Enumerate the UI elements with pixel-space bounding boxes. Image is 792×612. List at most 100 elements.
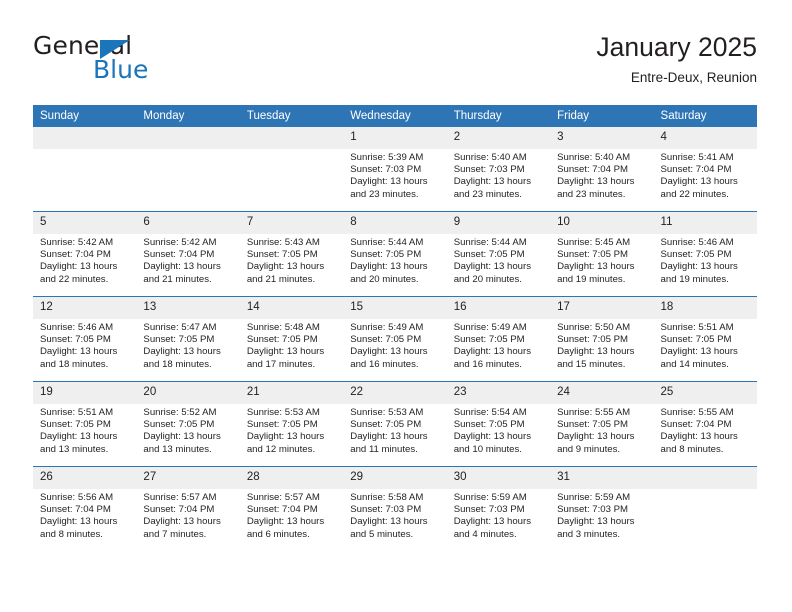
calendar-page: General Blue January 2025 Entre-Deux, Re… <box>0 0 792 612</box>
day-details: Sunrise: 5:47 AM Sunset: 7:05 PM Daylight:… <box>136 319 239 371</box>
daylight-duration-line2: and 8 minutes. <box>40 528 103 540</box>
logo-text-blue: Blue <box>93 55 149 84</box>
day-details: Sunrise: 5:53 AM Sunset: 7:05 PM Daylight:… <box>240 404 343 456</box>
sunset-time: Sunset: 7:05 PM <box>143 334 215 346</box>
sunset-time: Sunset: 7:03 PM <box>453 504 525 516</box>
calendar-day-cell[interactable]: 8 Sunrise: 5:44 AM Sunset: 7:05 PM Daylight… <box>343 211 447 297</box>
day-details: Sunrise: 5:41 AM Sunset: 7:04 PM Daylight:… <box>654 149 757 201</box>
calendar-day-cell[interactable]: 28 Sunrise: 5:57 AM Sunset: 7:04 PM Dayligh… <box>239 466 344 551</box>
sunset-time: Sunset: 7:05 PM <box>660 334 732 346</box>
sunset-time: Sunset: 7:04 PM <box>246 504 318 516</box>
daylight-duration-line1: Daylight: 13 hours <box>350 176 428 188</box>
sunrise-time: Sunrise: 5:41 AM <box>660 152 734 163</box>
day-number <box>239 127 344 149</box>
daylight-duration-line2: and 22 minutes. <box>660 188 729 200</box>
sunrise-time: Sunrise: 5:56 AM <box>40 492 114 503</box>
daylight-duration-line2: and 18 minutes. <box>143 358 212 370</box>
daylight-duration-line1: Daylight: 13 hours <box>660 261 738 273</box>
daylight-duration-line2: and 16 minutes. <box>453 358 522 370</box>
calendar-day-cell[interactable]: 31 Sunrise: 5:59 AM Sunset: 7:03 PM Dayligh… <box>550 466 654 551</box>
calendar-day-cell[interactable]: 22 Sunrise: 5:53 AM Sunset: 7:05 PM Dayligh… <box>343 381 447 467</box>
day-details: Sunrise: 5:39 AM Sunset: 7:03 PM Daylight:… <box>343 149 446 201</box>
day-number: 10 <box>550 212 654 234</box>
daylight-duration-line2: and 8 minutes. <box>660 443 724 455</box>
day-number: 2 <box>446 127 551 149</box>
daylight-duration-line1: Daylight: 13 hours <box>246 516 325 528</box>
day-details: Sunrise: 5:46 AM Sunset: 7:05 PM Daylight:… <box>33 319 136 371</box>
calendar-week-row: 26 Sunrise: 5:56 AM Sunset: 7:04 PM Dayligh… <box>33 466 757 551</box>
calendar-day-cell[interactable]: 18 Sunrise: 5:51 AM Sunset: 7:05 PM Dayligh… <box>653 296 757 382</box>
calendar-day-cell[interactable]: 2 Sunrise: 5:40 AM Sunset: 7:03 PM Daylight… <box>446 127 551 212</box>
sunrise-time: Sunrise: 5:44 AM <box>453 237 527 248</box>
weekday-header-sunday: Sunday <box>33 105 137 127</box>
weekday-header-wednesday: Wednesday <box>343 105 447 127</box>
daylight-duration-line1: Daylight: 13 hours <box>143 431 221 443</box>
calendar-day-cell[interactable]: 6 Sunrise: 5:42 AM Sunset: 7:04 PM Daylight… <box>136 211 240 297</box>
calendar-day-cell[interactable]: 15 Sunrise: 5:49 AM Sunset: 7:05 PM Dayligh… <box>343 296 447 382</box>
sunset-time: Sunset: 7:05 PM <box>350 249 422 261</box>
calendar-day-cell[interactable]: 17 Sunrise: 5:50 AM Sunset: 7:05 PM Dayligh… <box>550 296 654 382</box>
day-number: 14 <box>239 297 344 319</box>
daylight-duration-line1: Daylight: 13 hours <box>143 346 221 358</box>
day-details: Sunrise: 5:51 AM Sunset: 7:05 PM Daylight:… <box>33 404 136 456</box>
sunrise-time: Sunrise: 5:52 AM <box>143 407 217 418</box>
calendar-day-cell[interactable]: 3 Sunrise: 5:40 AM Sunset: 7:04 PM Daylight… <box>550 127 654 212</box>
calendar-day-cell[interactable]: 7 Sunrise: 5:43 AM Sunset: 7:05 PM Daylight… <box>239 211 344 297</box>
calendar-day-cell[interactable]: 23 Sunrise: 5:54 AM Sunset: 7:05 PM Dayligh… <box>446 381 551 467</box>
calendar-day-cell[interactable]: 20 Sunrise: 5:52 AM Sunset: 7:05 PM Dayligh… <box>136 381 240 467</box>
calendar-day-cell[interactable]: 27 Sunrise: 5:57 AM Sunset: 7:04 PM Dayligh… <box>136 466 240 551</box>
day-details: Sunrise: 5:50 AM Sunset: 7:05 PM Daylight:… <box>550 319 653 371</box>
calendar-day-cell[interactable]: 4 Sunrise: 5:41 AM Sunset: 7:04 PM Daylight… <box>653 127 757 212</box>
calendar-week-row: 12 Sunrise: 5:46 AM Sunset: 7:05 PM Dayligh… <box>33 296 757 382</box>
sunset-time: Sunset: 7:03 PM <box>453 164 525 176</box>
calendar-day-cell[interactable]: 5 Sunrise: 5:42 AM Sunset: 7:04 PM Daylight… <box>33 211 137 297</box>
calendar-day-cell[interactable]: 13 Sunrise: 5:47 AM Sunset: 7:05 PM Dayligh… <box>136 296 240 382</box>
day-details: Sunrise: 5:49 AM Sunset: 7:05 PM Daylight:… <box>343 319 446 371</box>
day-number: 9 <box>446 212 551 234</box>
day-details: Sunrise: 5:52 AM Sunset: 7:05 PM Daylight:… <box>136 404 239 456</box>
sunrise-time: Sunrise: 5:43 AM <box>246 237 320 248</box>
sunrise-time: Sunrise: 5:48 AM <box>246 322 320 333</box>
calendar-day-cell[interactable]: 25 Sunrise: 5:55 AM Sunset: 7:04 PM Dayligh… <box>653 381 757 467</box>
calendar-day-cell[interactable]: 16 Sunrise: 5:49 AM Sunset: 7:05 PM Dayligh… <box>446 296 551 382</box>
calendar-day-cell[interactable]: 24 Sunrise: 5:55 AM Sunset: 7:05 PM Dayligh… <box>550 381 654 467</box>
sunset-time: Sunset: 7:05 PM <box>557 249 629 261</box>
sunrise-time: Sunrise: 5:42 AM <box>40 237 114 248</box>
day-number: 19 <box>33 382 137 404</box>
weekday-header-row: Sunday Monday Tuesday Wednesday Thursday… <box>33 105 757 127</box>
calendar-day-cell[interactable]: 21 Sunrise: 5:53 AM Sunset: 7:05 PM Dayligh… <box>239 381 344 467</box>
sunset-time: Sunset: 7:05 PM <box>453 419 525 431</box>
day-number: 11 <box>653 212 757 234</box>
sunrise-time: Sunrise: 5:42 AM <box>143 237 217 248</box>
calendar-day-cell[interactable]: 9 Sunrise: 5:44 AM Sunset: 7:05 PM Daylight… <box>446 211 551 297</box>
daylight-duration-line2: and 19 minutes. <box>660 273 729 285</box>
calendar-day-cell[interactable]: 19 Sunrise: 5:51 AM Sunset: 7:05 PM Dayligh… <box>33 381 137 467</box>
daylight-duration-line1: Daylight: 13 hours <box>557 176 635 188</box>
day-number: 23 <box>446 382 551 404</box>
day-number: 24 <box>550 382 654 404</box>
sunrise-time: Sunrise: 5:53 AM <box>350 407 424 418</box>
calendar-week-row: 19 Sunrise: 5:51 AM Sunset: 7:05 PM Dayligh… <box>33 381 757 467</box>
calendar-day-cell[interactable]: 26 Sunrise: 5:56 AM Sunset: 7:04 PM Dayligh… <box>33 466 137 551</box>
calendar-day-cell[interactable]: 30 Sunrise: 5:59 AM Sunset: 7:03 PM Dayligh… <box>446 466 551 551</box>
sunset-time: Sunset: 7:03 PM <box>557 504 629 516</box>
calendar-day-cell[interactable]: 1 Sunrise: 5:39 AM Sunset: 7:03 PM Daylight… <box>343 127 447 212</box>
day-details: Sunrise: 5:55 AM Sunset: 7:04 PM Daylight:… <box>654 404 757 456</box>
day-details: Sunrise: 5:44 AM Sunset: 7:05 PM Daylight:… <box>447 234 550 286</box>
calendar-day-cell[interactable]: 29 Sunrise: 5:58 AM Sunset: 7:03 PM Dayligh… <box>343 466 447 551</box>
calendar-day-cell[interactable]: 11 Sunrise: 5:46 AM Sunset: 7:05 PM Dayligh… <box>653 211 757 297</box>
day-number: 27 <box>136 467 240 489</box>
daylight-duration-line1: Daylight: 13 hours <box>246 431 325 443</box>
calendar-day-cell[interactable]: 12 Sunrise: 5:46 AM Sunset: 7:05 PM Dayligh… <box>33 296 137 382</box>
daylight-duration-line2: and 12 minutes. <box>246 443 316 455</box>
calendar-day-cell-empty <box>239 127 344 212</box>
sunrise-time: Sunrise: 5:40 AM <box>453 152 527 163</box>
sunset-time: Sunset: 7:05 PM <box>246 419 318 431</box>
weekday-header-monday: Monday <box>136 105 240 127</box>
day-details: Sunrise: 5:48 AM Sunset: 7:05 PM Daylight:… <box>240 319 343 371</box>
daylight-duration-line1: Daylight: 13 hours <box>350 516 428 528</box>
weekday-header-thursday: Thursday <box>446 105 551 127</box>
daylight-duration-line2: and 14 minutes. <box>660 358 729 370</box>
calendar-day-cell[interactable]: 10 Sunrise: 5:45 AM Sunset: 7:05 PM Dayligh… <box>550 211 654 297</box>
calendar-day-cell[interactable]: 14 Sunrise: 5:48 AM Sunset: 7:05 PM Dayligh… <box>239 296 344 382</box>
